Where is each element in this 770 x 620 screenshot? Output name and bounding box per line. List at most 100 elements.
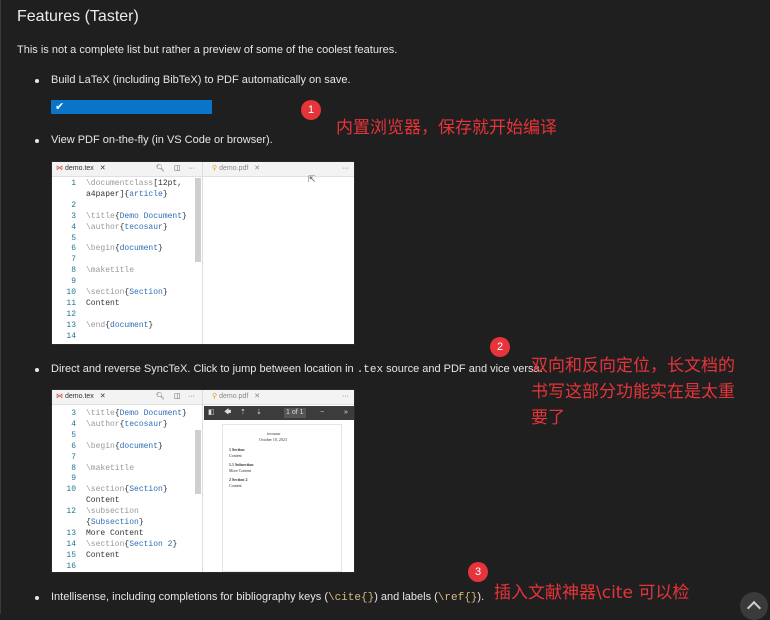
- more-actions-icon[interactable]: ···: [342, 162, 349, 176]
- annotation-text-1: 内置浏览器，保存就开始编译: [336, 118, 557, 138]
- page-title: Features (Taster): [17, 8, 139, 25]
- pdf-subsection: 1.1 Subsection: [229, 462, 254, 467]
- tab-demo-pdf[interactable]: ⚲ demo.pdf ✕: [212, 162, 260, 176]
- line-number: 3: [71, 211, 76, 221]
- arrow-left-icon[interactable]: 🡄: [224, 406, 231, 420]
- chevron-right-icon[interactable]: »: [344, 406, 348, 420]
- feature-intellisense-cite: \cite{}: [327, 592, 375, 604]
- line-number: 10: [66, 288, 76, 297]
- code-line[interactable]: \author{tecosaur}: [86, 420, 168, 429]
- arrow-down-icon[interactable]: ⇣: [256, 406, 262, 420]
- pdf-page[interactable]: tecosaur October 10, 2023 1 Section Cont…: [222, 424, 342, 572]
- feature-synctex-post: source and PDF and vice versa.: [383, 363, 543, 375]
- feature-view-pdf-item: View PDF on-the-fly (in VS Code or brows…: [35, 134, 273, 146]
- tab-demo-pdf[interactable]: ⚲ demo.pdf ✕: [212, 390, 260, 404]
- annotation-text-3: 插入文献神器\cite 可以检: [494, 583, 690, 603]
- line-number: 6: [71, 441, 76, 451]
- line-number: 7: [71, 452, 76, 462]
- pdf-file-icon: ⚲: [212, 393, 218, 400]
- code-line[interactable]: \maketitle: [86, 464, 134, 473]
- pdf-section-2: 2 Section 2: [229, 477, 248, 482]
- code-line[interactable]: \section{Section 2}: [86, 540, 177, 549]
- close-icon[interactable]: ✕: [100, 165, 106, 172]
- annotation-badge-1: 1: [301, 100, 321, 120]
- code-line[interactable]: Content: [86, 551, 120, 560]
- more-actions-icon[interactable]: ···: [188, 162, 195, 176]
- preview-icon[interactable]: 🔍︎: [156, 162, 165, 176]
- line-number: 12: [66, 309, 76, 319]
- annotation-text-2a: 双向和反向定位，长文档的: [531, 356, 735, 376]
- code-line[interactable]: Content: [86, 496, 120, 505]
- build-status-bar: ✔: [51, 100, 212, 114]
- more-actions-icon[interactable]: ···: [342, 390, 349, 404]
- feature-intellisense-post: ).: [477, 591, 485, 603]
- line-number: 16: [66, 561, 76, 571]
- tex-file-icon: ⋈: [56, 393, 63, 400]
- code-line[interactable]: \author{tecosaur}: [86, 223, 168, 232]
- line-number: 15: [66, 550, 76, 560]
- feature-intellisense-mid: ) and labels (: [374, 591, 438, 603]
- tab-demo-tex[interactable]: ⋈ demo.tex ✕: [56, 390, 106, 404]
- intro-text: This is not a complete list but rather a…: [17, 44, 398, 56]
- line-number: 10: [66, 485, 76, 495]
- code-line[interactable]: \title{Demo Document}: [86, 409, 187, 418]
- close-icon[interactable]: ✕: [254, 393, 260, 400]
- more-actions-icon[interactable]: ···: [188, 390, 195, 404]
- editor-scrollbar[interactable]: [195, 178, 201, 262]
- code-line[interactable]: \title{Demo Document}: [86, 212, 187, 221]
- feature-synctex-pre: Direct and reverse SyncTeX. Click to jum…: [51, 363, 357, 375]
- code-line[interactable]: Content: [86, 299, 120, 308]
- feature-build-text: Build LaTeX (including BibTeX) to PDF au…: [51, 74, 351, 86]
- tab-demo-tex[interactable]: ⋈ demo.tex ✕: [56, 162, 106, 176]
- editor-tab-bar: ⋈ demo.tex ✕ 🔍︎ ◫ ··· ⚲ demo.pdf ✕ ···: [52, 390, 354, 405]
- code-line[interactable]: \subsection: [86, 507, 139, 516]
- code-line[interactable]: \end{document}: [86, 321, 153, 330]
- code-line[interactable]: \section{Section}: [86, 288, 168, 297]
- line-number: 14: [66, 331, 76, 341]
- feature-synctex-code: .tex: [356, 364, 384, 376]
- code-line[interactable]: More Content: [86, 529, 144, 538]
- code-line[interactable]: \section{Section}: [86, 485, 168, 494]
- line-number: 12: [66, 507, 76, 517]
- pdf-section-1: 1 Section: [229, 447, 245, 452]
- page-counter[interactable]: 1 of 1: [284, 408, 306, 418]
- pdf-file-icon: ⚲: [212, 165, 218, 172]
- scroll-to-top-button[interactable]: [740, 592, 768, 620]
- split-editor-icon[interactable]: ◫: [174, 390, 181, 404]
- close-icon[interactable]: ✕: [100, 393, 106, 400]
- code-line[interactable]: \begin{document}: [86, 442, 163, 451]
- line-number: 9: [71, 277, 76, 287]
- preview-icon[interactable]: 🔍︎: [156, 390, 165, 404]
- tex-file-icon: ⋈: [56, 165, 63, 172]
- editor-scrollbar[interactable]: [195, 430, 201, 494]
- line-number: 14: [66, 539, 76, 549]
- editor-split-divider[interactable]: [202, 162, 203, 344]
- close-icon[interactable]: ✕: [254, 165, 260, 172]
- synctex-screenshot: ⋈ demo.tex ✕ 🔍︎ ◫ ··· ⚲ demo.pdf ✕ ··· 3 \t…: [51, 389, 355, 573]
- line-number: 13: [66, 320, 76, 330]
- split-editor-icon[interactable]: ◫: [174, 162, 181, 176]
- line-number: 9: [71, 474, 76, 484]
- line-number: 13: [66, 528, 76, 538]
- arrow-up-icon[interactable]: ⇡: [240, 406, 246, 420]
- pdf-content-1: Content: [229, 453, 242, 458]
- line-number: 3: [71, 409, 76, 418]
- zoom-out-icon[interactable]: −: [320, 406, 324, 420]
- code-line[interactable]: a4paper]{article}: [86, 190, 168, 199]
- code-line[interactable]: \begin{document}: [86, 244, 163, 253]
- vscode-preview-screenshot: ⋈ demo.tex ✕ 🔍︎ ◫ ··· ⚲ demo.pdf ✕ ··· 1 \d…: [51, 161, 355, 345]
- annotation-badge-3: 3: [468, 562, 488, 582]
- pdf-content-2: More Content: [229, 468, 252, 473]
- code-line[interactable]: \documentclass[12pt,: [86, 179, 182, 188]
- line-number: 1: [71, 179, 76, 188]
- pdf-content-3: Content: [229, 483, 242, 488]
- sidebar-toggle-icon[interactable]: ◧: [208, 406, 215, 420]
- line-number: 7: [71, 255, 76, 265]
- line-number: 11: [66, 298, 76, 308]
- code-line[interactable]: {Subsection}: [86, 518, 144, 527]
- feature-intellisense-pre: Intellisense, including completions for …: [51, 591, 328, 603]
- code-line[interactable]: \maketitle: [86, 266, 134, 275]
- editor-split-divider[interactable]: [202, 390, 203, 572]
- line-number: 4: [71, 419, 76, 429]
- annotation-badge-2: 2: [490, 337, 510, 357]
